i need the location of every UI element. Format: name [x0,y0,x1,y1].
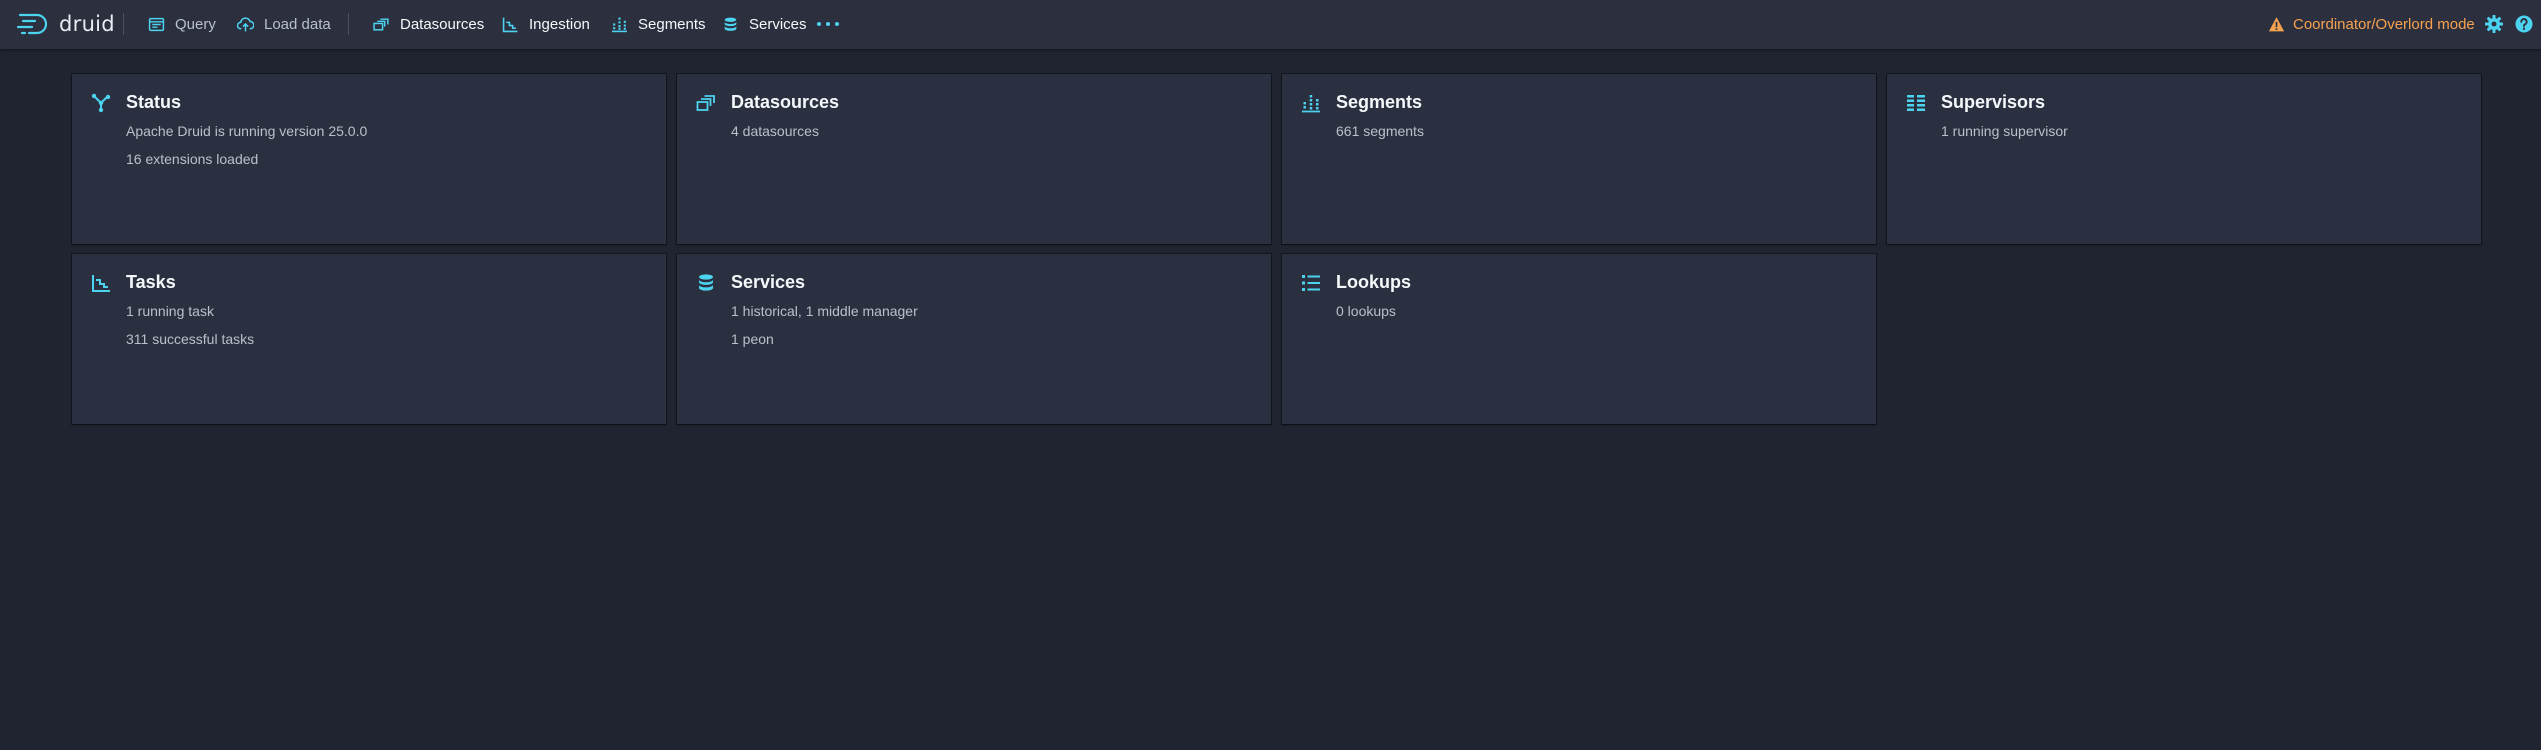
card-detail: 1 running supervisor [1941,123,2068,139]
card-detail: 661 segments [1336,123,1424,139]
datasources-card[interactable]: Datasources 4 datasources [677,74,1271,244]
segments-icon [611,16,628,33]
services-card[interactable]: Services 1 historical, 1 middle manager … [677,254,1271,424]
datasources-icon [696,93,716,113]
status-icon [91,93,111,113]
nav-services-label: Services [749,16,807,33]
nav-segments-button[interactable]: Segments [611,11,706,38]
supervisors-icon [1906,93,1926,113]
nav-services-button[interactable]: Services [722,11,807,38]
card-detail: 4 datasources [731,123,819,139]
card-title: Services [731,272,806,292]
card-detail: 16 extensions loaded [126,151,259,167]
nav-datasources-button[interactable]: Datasources [373,11,484,38]
coordinator-overlord-mode-button[interactable]: Coordinator/Overlord mode [2268,12,2475,36]
lookups-card[interactable]: Lookups 0 lookups [1282,254,1876,424]
card-title: Tasks [126,272,176,292]
card-title: Status [126,92,182,112]
nav-ingestion-button[interactable]: Ingestion [502,11,590,38]
more-icon[interactable] [817,14,839,34]
nav-query-label: Query [175,16,216,33]
gear-icon[interactable] [2484,14,2504,34]
card-title: Supervisors [1941,92,2046,112]
warning-icon [2268,16,2285,31]
card-title: Segments [1336,92,1423,112]
logo-text: druid [59,12,115,36]
datasources-icon [373,16,390,33]
status-card[interactable]: Status Apache Druid is running version 2… [72,74,666,244]
card-detail: 1 running task [126,303,214,319]
nav-load-data-label: Load data [264,16,331,33]
mode-label: Coordinator/Overlord mode [2293,15,2475,33]
card-detail: 1 historical, 1 middle manager [731,303,918,319]
lookups-icon [1301,273,1321,293]
nav-query-button[interactable]: Query [148,11,216,38]
services-icon [722,16,739,33]
nav-segments-label: Segments [638,16,706,33]
card-title: Datasources [731,92,840,112]
segments-card[interactable]: Segments 661 segments [1282,74,1876,244]
card-detail: 311 successful tasks [126,331,255,347]
ingestion-icon [502,16,519,33]
nav-ingestion-label: Ingestion [529,16,590,33]
segments-icon [1301,93,1321,113]
card-title: Lookups [1336,272,1411,292]
top-navbar: druid Query Load data Datasources Ingest… [0,0,2541,49]
query-icon [148,16,165,33]
supervisors-card[interactable]: Supervisors 1 running supervisor [1887,74,2481,244]
nav-divider [348,13,349,35]
druid-logo-icon [17,13,48,35]
nav-divider [123,13,124,35]
tasks-icon [91,273,111,293]
card-detail: 0 lookups [1336,303,1396,319]
nav-datasources-label: Datasources [400,16,485,33]
help-icon[interactable] [2514,14,2534,34]
cloud-upload-icon [237,16,254,33]
card-detail: 1 peon [731,331,774,347]
card-detail: Apache Druid is running version 25.0.0 [126,123,368,139]
tasks-card[interactable]: Tasks 1 running task 311 successful task… [72,254,666,424]
druid-logo[interactable]: druid [17,10,115,38]
services-icon [696,273,716,293]
nav-load-data-button[interactable]: Load data [237,11,331,38]
